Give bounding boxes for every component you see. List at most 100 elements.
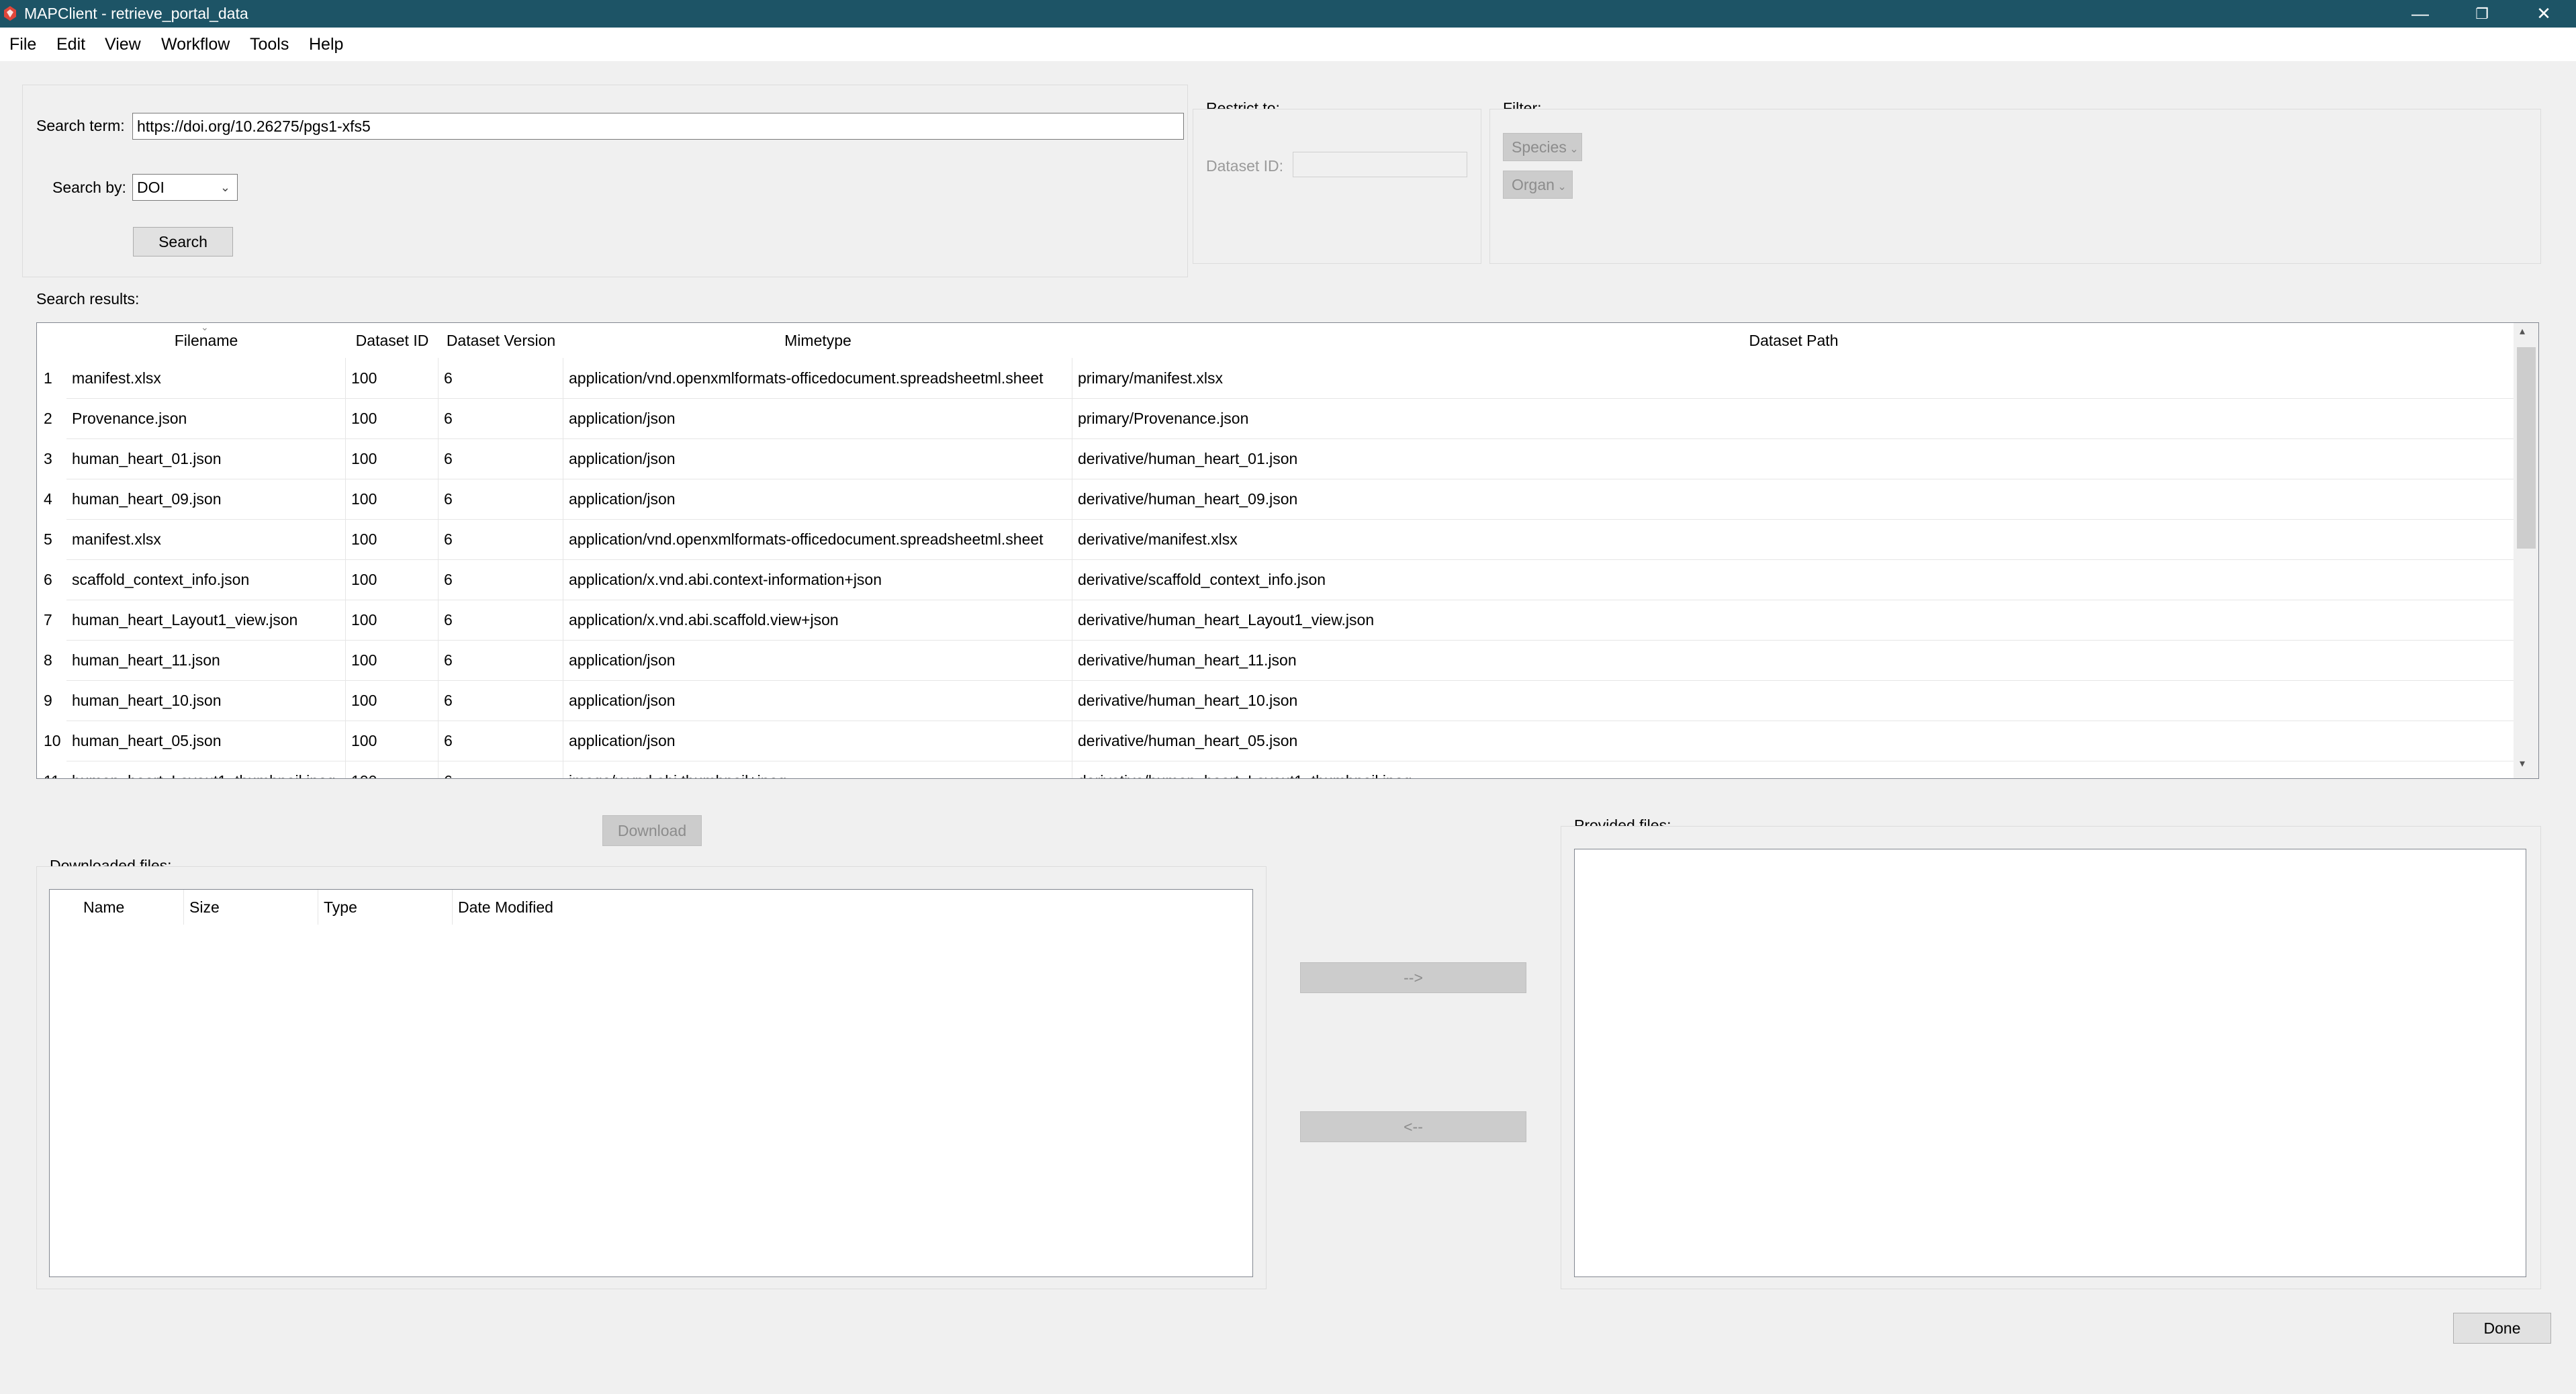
species-filter-button[interactable]: Species ⌄ xyxy=(1503,133,1582,161)
cell-dataset-id[interactable]: 100 xyxy=(346,761,439,778)
cell-filename[interactable]: human_heart_05.json xyxy=(66,721,346,761)
table-row[interactable]: 1 manifest.xlsx 100 6 application/vnd.openxm… xyxy=(37,358,2515,399)
cell-dataset-id[interactable]: 100 xyxy=(346,438,439,479)
row-number[interactable]: 8 xyxy=(37,640,66,680)
cell-dataset-path[interactable]: derivative/human_heart_Layout1_view.json xyxy=(1072,600,2515,640)
table-row[interactable]: 3 human_heart_01.json 100 6 application/json… xyxy=(37,438,2515,479)
cell-filename[interactable]: human_heart_11.json xyxy=(66,640,346,680)
row-number[interactable]: 5 xyxy=(37,519,66,559)
cell-filename[interactable]: manifest.xlsx xyxy=(66,519,346,559)
cell-mimetype[interactable]: application/json xyxy=(563,680,1072,721)
cell-dataset-id[interactable]: 100 xyxy=(346,519,439,559)
table-row[interactable]: 6 scaffold_context_info.json 100 6 applicati… xyxy=(37,559,2515,600)
search-term-input[interactable]: https://doi.org/10.26275/pgs1-xfs5 xyxy=(132,113,1184,140)
cell-mimetype[interactable]: application/vnd.openxmlformats-officedoc… xyxy=(563,358,1072,398)
scroll-up-icon[interactable]: ▴ xyxy=(2520,324,2525,338)
cell-filename[interactable]: human_heart_10.json xyxy=(66,680,346,721)
cell-dataset-id[interactable]: 100 xyxy=(346,600,439,640)
cell-dataset-version[interactable]: 6 xyxy=(439,721,563,761)
restore-button[interactable]: ❐ xyxy=(2451,0,2513,28)
cell-mimetype[interactable]: application/x.vnd.abi.context-informatio… xyxy=(563,559,1072,600)
cell-mimetype[interactable]: application/json xyxy=(563,721,1072,761)
column-header-dataset-version[interactable]: Dataset Version xyxy=(439,323,564,358)
cell-filename[interactable]: Provenance.json xyxy=(66,398,346,438)
row-number[interactable]: 4 xyxy=(37,479,66,519)
table-row[interactable]: 4 human_heart_09.json 100 6 application/json… xyxy=(37,479,2515,520)
row-number[interactable]: 11 xyxy=(37,761,66,778)
cell-dataset-id[interactable]: 100 xyxy=(346,398,439,438)
table-row[interactable]: 8 human_heart_11.json 100 6 application/json… xyxy=(37,640,2515,681)
cell-dataset-version[interactable]: 6 xyxy=(439,640,563,680)
cell-dataset-path[interactable]: primary/Provenance.json xyxy=(1072,398,2515,438)
cell-dataset-path[interactable]: derivative/scaffold_context_info.json xyxy=(1072,559,2515,600)
cell-dataset-path[interactable]: primary/manifest.xlsx xyxy=(1072,358,2515,398)
results-scrollbar[interactable]: ▴ ▾ xyxy=(2514,323,2538,778)
cell-mimetype[interactable]: application/vnd.openxmlformats-officedoc… xyxy=(563,519,1072,559)
cell-dataset-path[interactable]: derivative/manifest.xlsx xyxy=(1072,519,2515,559)
done-button[interactable]: Done xyxy=(2453,1313,2551,1344)
table-row[interactable]: 9 human_heart_10.json 100 6 application/json… xyxy=(37,680,2515,721)
row-number[interactable]: 6 xyxy=(37,559,66,600)
scroll-down-icon[interactable]: ▾ xyxy=(2520,757,2525,770)
cell-mimetype[interactable]: image/x.vnd.abi.thumbnail+jpeg xyxy=(563,761,1072,778)
cell-mimetype[interactable]: application/json xyxy=(563,640,1072,680)
cell-dataset-id[interactable]: 100 xyxy=(346,680,439,721)
cell-dataset-id[interactable]: 100 xyxy=(346,479,439,519)
organ-filter-button[interactable]: Organ ⌄ xyxy=(1503,171,1573,199)
search-button[interactable]: Search xyxy=(133,227,233,257)
row-number[interactable]: 10 xyxy=(37,721,66,761)
cell-dataset-path[interactable]: derivative/human_heart_Layout1_thumbnail… xyxy=(1072,761,2515,778)
cell-dataset-version[interactable]: 6 xyxy=(439,559,563,600)
cell-filename[interactable]: scaffold_context_info.json xyxy=(66,559,346,600)
table-row[interactable]: 11human_heart_Layout1_thumbnail.jpeg1006… xyxy=(37,761,2515,778)
menu-edit[interactable]: Edit xyxy=(56,28,85,61)
cell-dataset-version[interactable]: 6 xyxy=(439,519,563,559)
cell-dataset-version[interactable]: 6 xyxy=(439,600,563,640)
cell-dataset-version[interactable]: 6 xyxy=(439,479,563,519)
table-row[interactable]: 2 Provenance.json 100 6 application/json prim… xyxy=(37,398,2515,439)
cell-dataset-version[interactable]: 6 xyxy=(439,680,563,721)
menu-workflow[interactable]: Workflow xyxy=(161,28,230,61)
table-row[interactable]: 7 human_heart_Layout1_view.json 100 6 applic… xyxy=(37,600,2515,641)
cell-filename[interactable]: human_heart_Layout1_thumbnail.jpeg xyxy=(66,761,346,778)
cell-mimetype[interactable]: application/json xyxy=(563,438,1072,479)
column-header-size[interactable]: Size xyxy=(184,890,318,925)
menu-tools[interactable]: Tools xyxy=(250,28,289,61)
column-header-type[interactable]: Type xyxy=(318,890,453,925)
cell-mimetype[interactable]: application/x.vnd.abi.scaffold.view+json xyxy=(563,600,1072,640)
menu-file[interactable]: File xyxy=(9,28,36,61)
cell-dataset-path[interactable]: derivative/human_heart_11.json xyxy=(1072,640,2515,680)
cell-dataset-id[interactable]: 100 xyxy=(346,640,439,680)
provided-files-list[interactable] xyxy=(1574,849,2526,1277)
column-header-filename[interactable]: Filename ⌄ xyxy=(66,323,347,358)
cell-dataset-id[interactable]: 100 xyxy=(346,358,439,398)
cell-dataset-id[interactable]: 100 xyxy=(346,559,439,600)
cell-dataset-id[interactable]: 100 xyxy=(346,721,439,761)
column-header-dataset-path[interactable]: Dataset Path xyxy=(1072,323,2516,358)
remove-from-provided-button[interactable]: <-- xyxy=(1300,1111,1526,1142)
cell-filename[interactable]: manifest.xlsx xyxy=(66,358,346,398)
minimize-button[interactable]: — xyxy=(2389,0,2451,28)
cell-mimetype[interactable]: application/json xyxy=(563,479,1072,519)
cell-filename[interactable]: human_heart_09.json xyxy=(66,479,346,519)
cell-dataset-path[interactable]: derivative/human_heart_01.json xyxy=(1072,438,2515,479)
close-button[interactable]: ✕ xyxy=(2513,0,2575,28)
row-number[interactable]: 7 xyxy=(37,600,66,640)
cell-dataset-version[interactable]: 6 xyxy=(439,398,563,438)
menu-view[interactable]: View xyxy=(105,28,141,61)
row-number[interactable]: 1 xyxy=(37,358,66,398)
downloaded-files-list[interactable]: Name Size Type Date Modified xyxy=(49,889,1253,1277)
cell-dataset-version[interactable]: 6 xyxy=(439,438,563,479)
add-to-provided-button[interactable]: --> xyxy=(1300,962,1526,993)
table-row[interactable]: 5 manifest.xlsx 100 6 application/vnd.openxm… xyxy=(37,519,2515,560)
cell-dataset-path[interactable]: derivative/human_heart_10.json xyxy=(1072,680,2515,721)
column-header-dataset-id[interactable]: Dataset ID xyxy=(346,323,439,358)
cell-dataset-version[interactable]: 6 xyxy=(439,358,563,398)
cell-filename[interactable]: human_heart_01.json xyxy=(66,438,346,479)
search-by-select[interactable]: DOI ⌄ xyxy=(132,174,238,201)
table-row[interactable]: 10 human_heart_05.json 100 6 application/jso… xyxy=(37,721,2515,761)
cell-mimetype[interactable]: application/json xyxy=(563,398,1072,438)
column-header-mimetype[interactable]: Mimetype xyxy=(563,323,1073,358)
dataset-id-input[interactable] xyxy=(1293,152,1467,177)
scrollbar-thumb[interactable] xyxy=(2517,347,2536,549)
